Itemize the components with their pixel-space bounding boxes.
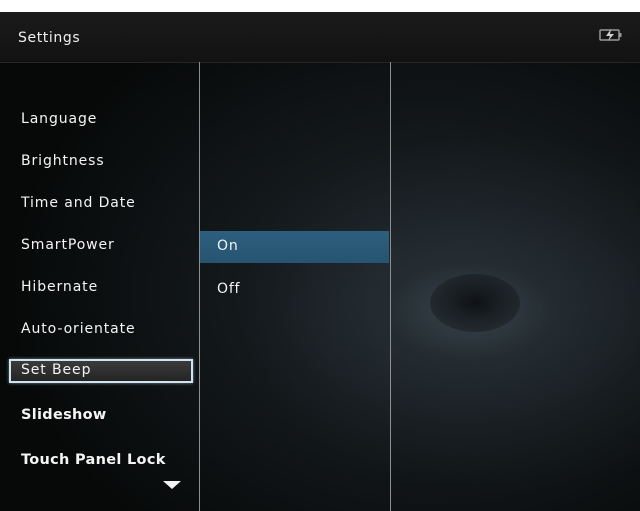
menu-item-label: Auto-orientate	[21, 321, 136, 337]
option-label: On	[217, 238, 239, 254]
option-off[interactable]: Off	[200, 274, 389, 306]
menu-item-label: Language	[21, 111, 98, 127]
menu-item-language[interactable]: Language	[9, 108, 193, 132]
menu-item-brightness[interactable]: Brightness	[9, 150, 193, 174]
menu-item-hibernate[interactable]: Hibernate	[9, 276, 193, 300]
menu-item-label: Slideshow	[21, 407, 107, 423]
menu-item-label: SmartPower	[21, 237, 115, 253]
option-label: Off	[217, 281, 241, 297]
menu-item-smartpower[interactable]: SmartPower	[9, 234, 193, 258]
menu-item-set-beep[interactable]: Set Beep	[9, 359, 193, 383]
background-photo-shade	[430, 274, 520, 332]
menu-item-label: Hibernate	[21, 279, 99, 295]
battery-charging-icon	[599, 27, 623, 41]
settings-screen: Settings Language Brightness Time and Da…	[0, 12, 640, 511]
option-on[interactable]: On	[200, 231, 389, 263]
menu-item-label: Touch Panel Lock	[21, 452, 166, 468]
menu-item-slideshow[interactable]: Slideshow	[9, 404, 193, 428]
header-bar: Settings	[0, 12, 640, 63]
menu-item-auto-orientate[interactable]: Auto-orientate	[9, 318, 193, 342]
down-arrow-icon[interactable]	[163, 481, 181, 489]
column-divider-right	[390, 62, 391, 511]
menu-item-touch-panel-lock[interactable]: Touch Panel Lock	[9, 449, 193, 473]
menu-item-label: Set Beep	[21, 362, 92, 378]
menu-item-label: Time and Date	[21, 195, 136, 211]
page-title: Settings	[18, 30, 81, 46]
menu-item-label: Brightness	[21, 153, 105, 169]
menu-item-time-and-date[interactable]: Time and Date	[9, 192, 193, 216]
